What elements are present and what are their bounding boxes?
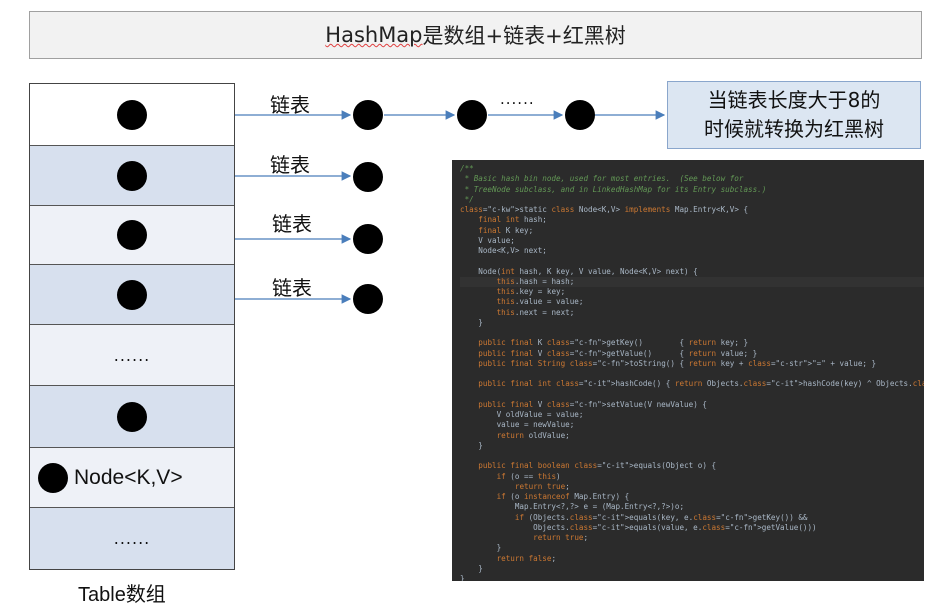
link-label-4: 链表 — [272, 276, 312, 300]
code-line: class="c-kw">static class Node<K,V> impl… — [460, 205, 749, 214]
link-label-3: 链表 — [272, 212, 312, 236]
code-line: V value; — [460, 235, 515, 245]
code-line: Node<K,V> next; — [460, 246, 547, 255]
chain-node-3 — [565, 100, 595, 130]
code-line: if (o instanceof Map.Entry) { — [496, 492, 630, 501]
code-line: this.key = key; — [496, 287, 566, 296]
code-line: /** — [460, 164, 474, 173]
code-line: this.hash = hash; — [460, 276, 924, 287]
code-line: } — [460, 574, 465, 581]
code-line: public final V class="c-fn">setValue(V n… — [478, 399, 707, 409]
code-line: } — [460, 543, 502, 553]
code-line: } — [460, 440, 483, 450]
code-line: public final boolean class="c-it">equals… — [478, 461, 717, 471]
code-line: } — [460, 317, 483, 327]
code-line: Objects.class="c-it">equals(value, e.cla… — [460, 522, 817, 532]
code-line: * Basic hash bin node, used for most ent… — [460, 174, 744, 184]
treeify-note: 当链表长度大于8的 时候就转换为红黑树 — [667, 81, 921, 149]
code-line: } — [460, 563, 483, 573]
code-line: this.next = next; — [496, 307, 575, 317]
chain-ellipsis: ...... — [500, 90, 535, 108]
chain-node-row1 — [353, 162, 383, 192]
code-line: return true; — [533, 533, 589, 542]
code-line: */ — [460, 194, 474, 204]
link-label-2: 链表 — [270, 153, 310, 177]
note-line-1: 当链表长度大于8的 — [707, 88, 881, 112]
code-line: return false; — [496, 553, 557, 563]
code-line: return oldValue; — [496, 430, 570, 440]
code-line: if (o == this) — [496, 471, 561, 481]
code-line: * TreeNode subclass, and in LinkedHashMa… — [460, 184, 767, 194]
code-line: public final V class="c-fn">getValue() {… — [478, 348, 758, 358]
code-line: final int hash; — [478, 215, 547, 225]
note-line-2: 时候就转换为红黑树 — [704, 117, 884, 141]
chain-node-1 — [353, 100, 383, 130]
chain-node-row3 — [353, 284, 383, 314]
code-line: public final int class="c-it">hashCode()… — [478, 379, 924, 389]
link-label-1: 链表 — [270, 93, 310, 117]
chain-node-2 — [457, 100, 487, 130]
code-line: if (Objects.class="c-it">equals(key, e.c… — [514, 512, 808, 522]
code-line: return true; — [514, 481, 570, 491]
code-line: public final K class="c-fn">getKey() { r… — [478, 338, 749, 348]
code-line: final K key; — [478, 225, 534, 235]
code-line: Map.Entry<?,?> e = (Map.Entry<?,?>)o; — [460, 502, 685, 512]
code-line: value = newValue; — [460, 420, 575, 430]
chain-node-row2 — [353, 224, 383, 254]
code-line: this.value = value; — [496, 297, 584, 307]
code-line: Node(int hash, K key, V value, Node<K,V>… — [460, 266, 698, 276]
code-line: V oldValue = value; — [460, 410, 584, 419]
code-snippet: /** * Basic hash bin node, used for most… — [452, 160, 924, 581]
code-line: public final String class="c-fn">toStrin… — [478, 358, 877, 368]
